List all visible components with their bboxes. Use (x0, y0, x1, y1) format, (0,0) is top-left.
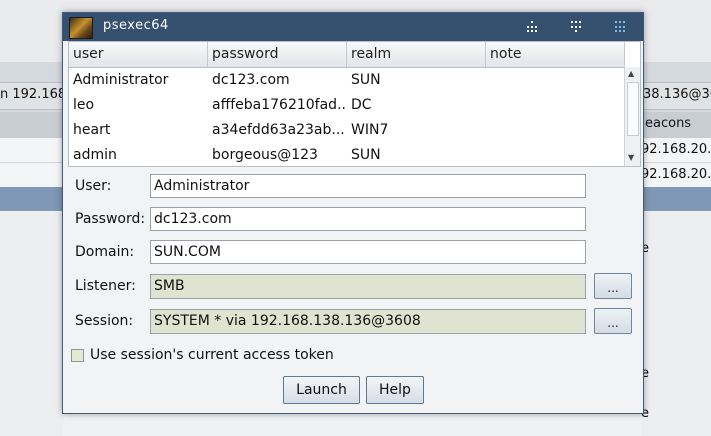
domain-field[interactable]: SUN.COM (150, 240, 586, 264)
cell-password: dc123.com (212, 72, 290, 88)
background-ip-right: 38.136@360 (643, 87, 711, 102)
cell-realm: WIN7 (351, 122, 389, 138)
listener-label: Listener: (75, 278, 136, 294)
minimize-icon[interactable] (525, 20, 539, 34)
access-token-checkbox-label[interactable]: Use session's current access token (90, 347, 334, 363)
cell-user: leo (73, 97, 95, 113)
dialog-title: psexec64 (103, 18, 169, 33)
cell-user: heart (73, 122, 111, 138)
scroll-up-icon[interactable]: ▲ (628, 69, 634, 78)
user-field[interactable]: Administrator (150, 174, 586, 198)
cell-note (486, 68, 625, 93)
background-ip-left: n 192.168. (0, 87, 71, 102)
credentials-table: user password realm note Administrator d… (68, 41, 641, 167)
column-header-user[interactable]: user (69, 42, 208, 67)
table-row[interactable]: admin borgeous@123 SUN (69, 143, 625, 166)
table-header: user password realm note (69, 42, 625, 68)
close-icon[interactable] (613, 20, 627, 34)
listener-browse-button[interactable]: ... (594, 273, 632, 299)
column-header-password[interactable]: password (208, 42, 347, 67)
session-field[interactable]: SYSTEM * via 192.168.138.136@3608 (150, 309, 586, 334)
cell-note (486, 93, 625, 118)
cell-note (486, 143, 625, 166)
column-header-realm[interactable]: realm (347, 42, 486, 67)
table-scrollbar[interactable]: ▲ ▼ (624, 67, 640, 166)
maximize-icon[interactable] (569, 20, 583, 34)
cell-realm: SUN (351, 72, 381, 88)
scroll-thumb[interactable] (627, 82, 639, 136)
dialog-titlebar[interactable]: psexec64 (63, 13, 643, 41)
listener-field[interactable]: SMB (150, 274, 586, 299)
background-beacons-header: eacons (645, 116, 692, 131)
cell-password: afffeba176210fad... (212, 97, 347, 113)
scroll-down-icon[interactable]: ▼ (628, 153, 634, 162)
background-ip-cell: 92.168.20.1 (641, 142, 711, 157)
launch-button[interactable]: Launch (283, 376, 360, 404)
password-field[interactable]: dc123.com (150, 207, 586, 231)
user-label: User: (75, 178, 112, 194)
background-left-pane (0, 211, 63, 436)
cell-user: admin (73, 147, 117, 163)
psexec-dialog: psexec64 user password realm note Admini… (62, 12, 644, 414)
app-icon (69, 17, 93, 39)
cell-password: a34efdd63a23ab... (212, 122, 345, 138)
password-label: Password: (75, 211, 146, 227)
background-right-pane: e e e (641, 211, 711, 436)
cell-realm: SUN (351, 147, 381, 163)
session-label: Session: (75, 313, 134, 329)
table-row[interactable]: Administrator dc123.com SUN (69, 68, 625, 93)
cell-realm: DC (351, 97, 372, 113)
background-ip-cell: 92.168.20.1 (641, 167, 711, 182)
column-header-note[interactable]: note (486, 42, 625, 67)
cell-user: Administrator (73, 72, 169, 88)
session-browse-button[interactable]: ... (594, 308, 632, 334)
help-button[interactable]: Help (366, 376, 424, 404)
table-row[interactable]: heart a34efdd63a23ab... WIN7 (69, 118, 625, 143)
domain-label: Domain: (75, 244, 135, 260)
cell-password: borgeous@123 (212, 147, 318, 163)
cell-note (486, 118, 625, 143)
table-row[interactable]: leo afffeba176210fad... DC (69, 93, 625, 118)
access-token-checkbox[interactable] (71, 349, 84, 362)
